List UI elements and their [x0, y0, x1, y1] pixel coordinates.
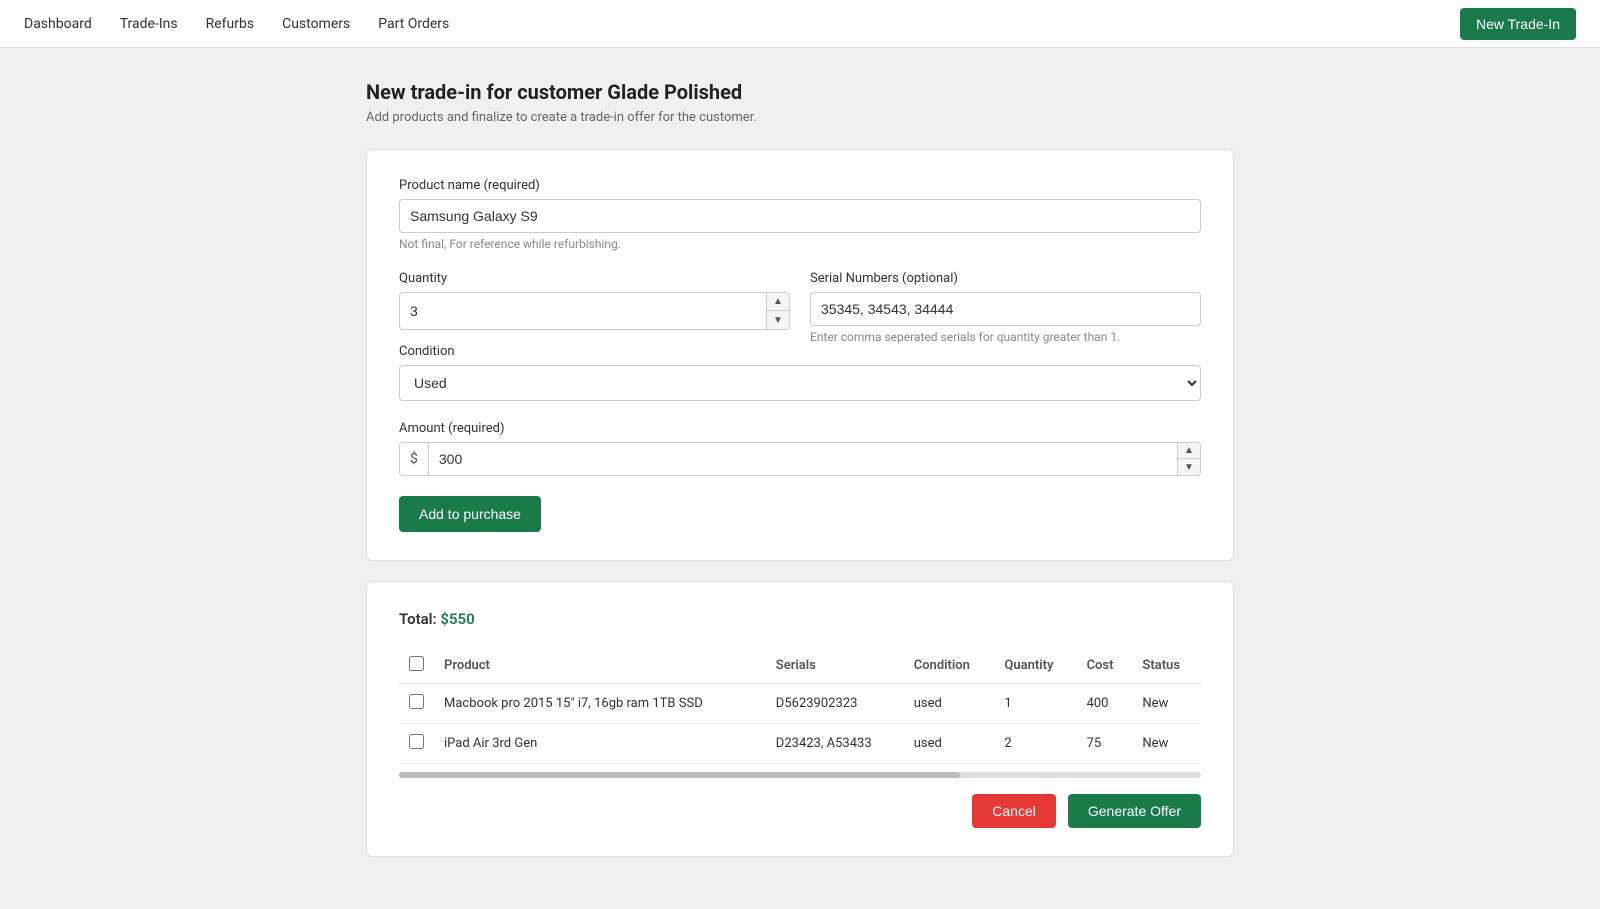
row-checkbox-cell [399, 684, 434, 724]
serial-input[interactable] [810, 292, 1201, 326]
cancel-button[interactable]: Cancel [972, 794, 1056, 828]
items-table: Product Serials Condition Quantity Cost … [399, 648, 1201, 764]
footer-actions: Cancel Generate Offer [399, 794, 1201, 828]
nav-customers[interactable]: Customers [282, 16, 350, 32]
amount-spinners: ▲ ▼ [1177, 443, 1200, 475]
quantity-spinner: ▲ ▼ [399, 292, 790, 330]
nav-dashboard[interactable]: Dashboard [24, 16, 92, 32]
table-header-row: Product Serials Condition Quantity Cost … [399, 648, 1201, 684]
total-amount: $550 [440, 610, 474, 628]
row-status: New [1132, 684, 1201, 724]
scrollbar-thumb [399, 772, 960, 778]
serial-group: Serial Numbers (optional) Enter comma se… [810, 271, 1201, 344]
amount-input[interactable] [429, 443, 1177, 475]
condition-select[interactable]: Used New Damaged Refurbished [399, 365, 1201, 401]
quantity-spinner-buttons: ▲ ▼ [766, 292, 790, 330]
total-label: Total: [399, 610, 437, 628]
page-title: New trade-in for customer Glade Polished [366, 80, 1234, 104]
amount-increment[interactable]: ▲ [1178, 443, 1200, 459]
nav-trade-ins[interactable]: Trade-Ins [120, 16, 178, 32]
nav-refurbs[interactable]: Refurbs [206, 16, 254, 32]
quantity-group: Quantity ▲ ▼ [399, 271, 790, 344]
row-checkbox-0[interactable] [409, 694, 424, 709]
form-card: Product name (required) Not final, For r… [366, 149, 1234, 561]
table-body: Macbook pro 2015 15" i7, 16gb ram 1TB SS… [399, 684, 1201, 764]
new-trade-in-button[interactable]: New Trade-In [1460, 8, 1576, 40]
select-all-checkbox[interactable] [409, 656, 424, 671]
row-checkbox-cell [399, 724, 434, 764]
quantity-decrement[interactable]: ▼ [767, 311, 789, 329]
product-name-label: Product name (required) [399, 178, 1201, 193]
col-product: Product [434, 648, 766, 684]
col-quantity: Quantity [994, 648, 1076, 684]
row-serials: D23423, A53433 [766, 724, 904, 764]
row-cost: 75 [1077, 724, 1133, 764]
row-product: Macbook pro 2015 15" i7, 16gb ram 1TB SS… [434, 684, 766, 724]
row-quantity: 1 [994, 684, 1076, 724]
col-cost: Cost [1077, 648, 1133, 684]
total-line: Total: $550 [399, 610, 1201, 628]
page-content: New trade-in for customer Glade Polished… [350, 48, 1250, 909]
product-name-input[interactable] [399, 199, 1201, 233]
row-serials: D5623902323 [766, 684, 904, 724]
totals-card: Total: $550 Product Serials Condition Qu… [366, 581, 1234, 857]
nav-part-orders[interactable]: Part Orders [378, 16, 449, 32]
qty-serial-row: Quantity ▲ ▼ Serial Numbers (optional) E… [399, 271, 1201, 344]
col-condition: Condition [904, 648, 995, 684]
table-row: Macbook pro 2015 15" i7, 16gb ram 1TB SS… [399, 684, 1201, 724]
serial-hint: Enter comma seperated serials for quanti… [810, 330, 1201, 344]
page-subtitle: Add products and finalize to create a tr… [366, 110, 1234, 125]
product-name-group: Product name (required) Not final, For r… [399, 178, 1201, 251]
condition-group: Condition Used New Damaged Refurbished [399, 344, 1201, 401]
condition-label: Condition [399, 344, 1201, 359]
serial-label: Serial Numbers (optional) [810, 271, 1201, 286]
quantity-input[interactable] [399, 292, 766, 330]
scrollbar-track[interactable] [399, 772, 1201, 778]
col-serials: Serials [766, 648, 904, 684]
table-row: iPad Air 3rd Gen D23423, A53433 used 2 7… [399, 724, 1201, 764]
amount-wrapper: $ ▲ ▼ [399, 442, 1201, 476]
amount-prefix: $ [400, 443, 429, 475]
product-name-hint: Not final, For reference while refurbish… [399, 237, 1201, 251]
col-checkbox [399, 648, 434, 684]
nav-links: Dashboard Trade-Ins Refurbs Customers Pa… [24, 16, 449, 32]
amount-group: Amount (required) $ ▲ ▼ [399, 421, 1201, 476]
row-cost: 400 [1077, 684, 1133, 724]
add-to-purchase-button[interactable]: Add to purchase [399, 496, 541, 532]
amount-decrement[interactable]: ▼ [1178, 459, 1200, 475]
row-condition: used [904, 724, 995, 764]
quantity-label: Quantity [399, 271, 790, 286]
amount-label: Amount (required) [399, 421, 1201, 436]
quantity-increment[interactable]: ▲ [767, 293, 789, 311]
table-wrapper: Product Serials Condition Quantity Cost … [399, 648, 1201, 778]
col-status: Status [1132, 648, 1201, 684]
row-status: New [1132, 724, 1201, 764]
row-product: iPad Air 3rd Gen [434, 724, 766, 764]
row-condition: used [904, 684, 995, 724]
navbar: Dashboard Trade-Ins Refurbs Customers Pa… [0, 0, 1600, 48]
generate-offer-button[interactable]: Generate Offer [1068, 794, 1201, 828]
row-quantity: 2 [994, 724, 1076, 764]
row-checkbox-1[interactable] [409, 734, 424, 749]
